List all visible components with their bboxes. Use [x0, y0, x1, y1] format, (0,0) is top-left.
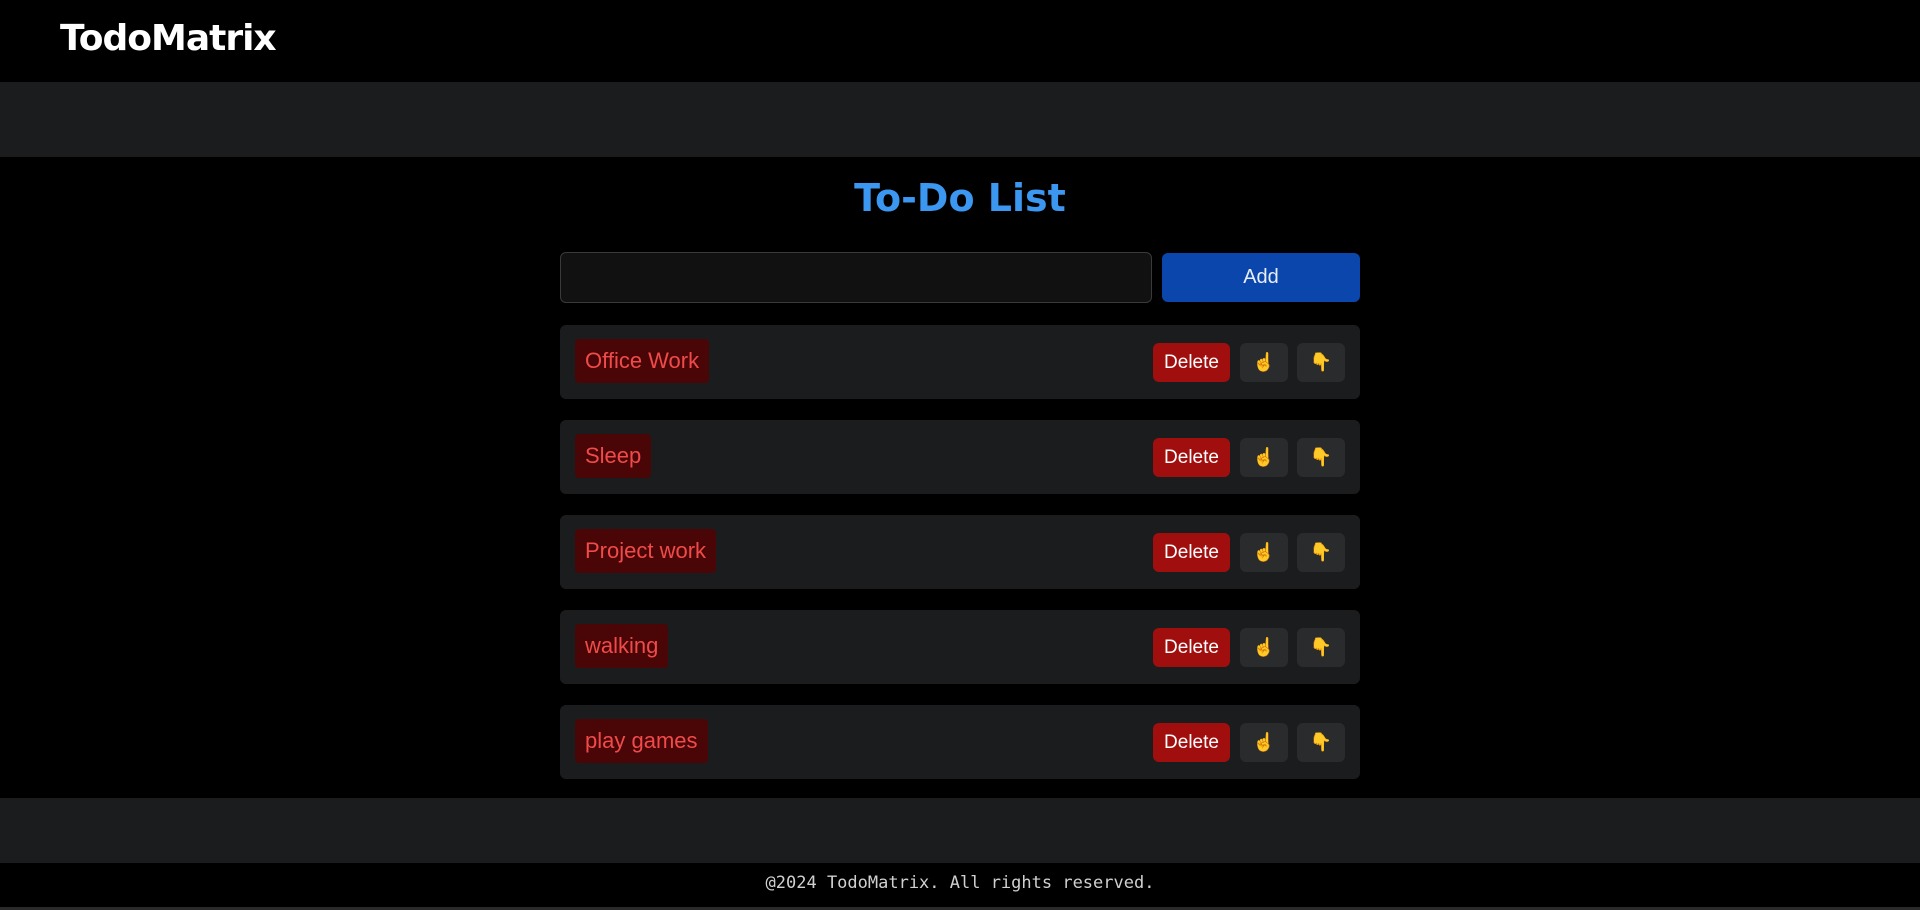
page-title: To-Do List — [854, 176, 1066, 220]
move-up-button[interactable]: ☝ — [1240, 438, 1288, 477]
move-down-button[interactable]: 👇 — [1297, 533, 1345, 572]
pointing-up-icon: ☝ — [1252, 352, 1276, 372]
move-down-button[interactable]: 👇 — [1297, 723, 1345, 762]
task-label: walking — [575, 624, 669, 668]
move-down-button[interactable]: 👇 — [1297, 343, 1345, 382]
pointing-up-icon: ☝ — [1252, 447, 1276, 467]
task-row: Office Work Delete ☝ 👇 — [560, 325, 1360, 399]
task-row: Sleep Delete ☝ 👇 — [560, 420, 1360, 494]
task-label: Office Work — [575, 339, 710, 383]
footer: @2024 TodoMatrix. All rights reserved. — [0, 863, 1920, 908]
task-row: walking Delete ☝ 👇 — [560, 610, 1360, 684]
pointing-up-icon: ☝ — [1252, 732, 1276, 752]
move-down-button[interactable]: 👇 — [1297, 438, 1345, 477]
pointing-down-icon: 👇 — [1309, 732, 1333, 752]
footer-copyright: @2024 TodoMatrix. All rights reserved. — [765, 873, 1155, 893]
move-up-button[interactable]: ☝ — [1240, 628, 1288, 667]
add-button[interactable]: Add — [1162, 253, 1360, 302]
delete-button[interactable]: Delete — [1153, 438, 1230, 477]
move-up-button[interactable]: ☝ — [1240, 723, 1288, 762]
pointing-up-icon: ☝ — [1252, 542, 1276, 562]
pointing-down-icon: 👇 — [1309, 352, 1333, 372]
move-up-button[interactable]: ☝ — [1240, 343, 1288, 382]
delete-button[interactable]: Delete — [1153, 723, 1230, 762]
move-up-button[interactable]: ☝ — [1240, 533, 1288, 572]
bottom-band — [0, 798, 1920, 863]
pointing-down-icon: 👇 — [1309, 447, 1333, 467]
task-input[interactable] — [560, 252, 1152, 303]
task-list: Office Work Delete ☝ 👇 Sleep Delete ☝ 👇 … — [560, 325, 1360, 800]
move-down-button[interactable]: 👇 — [1297, 628, 1345, 667]
header: TodoMatrix — [0, 0, 1920, 82]
task-label: Sleep — [575, 434, 652, 478]
task-label: play games — [575, 719, 708, 763]
pointing-down-icon: 👇 — [1309, 542, 1333, 562]
app-logo[interactable]: TodoMatrix — [60, 18, 277, 59]
task-label: Project work — [575, 529, 717, 573]
pointing-down-icon: 👇 — [1309, 637, 1333, 657]
task-row: play games Delete ☝ 👇 — [560, 705, 1360, 779]
delete-button[interactable]: Delete — [1153, 533, 1230, 572]
top-band — [0, 82, 1920, 157]
task-row: Project work Delete ☝ 👇 — [560, 515, 1360, 589]
pointing-up-icon: ☝ — [1252, 637, 1276, 657]
delete-button[interactable]: Delete — [1153, 628, 1230, 667]
delete-button[interactable]: Delete — [1153, 343, 1230, 382]
